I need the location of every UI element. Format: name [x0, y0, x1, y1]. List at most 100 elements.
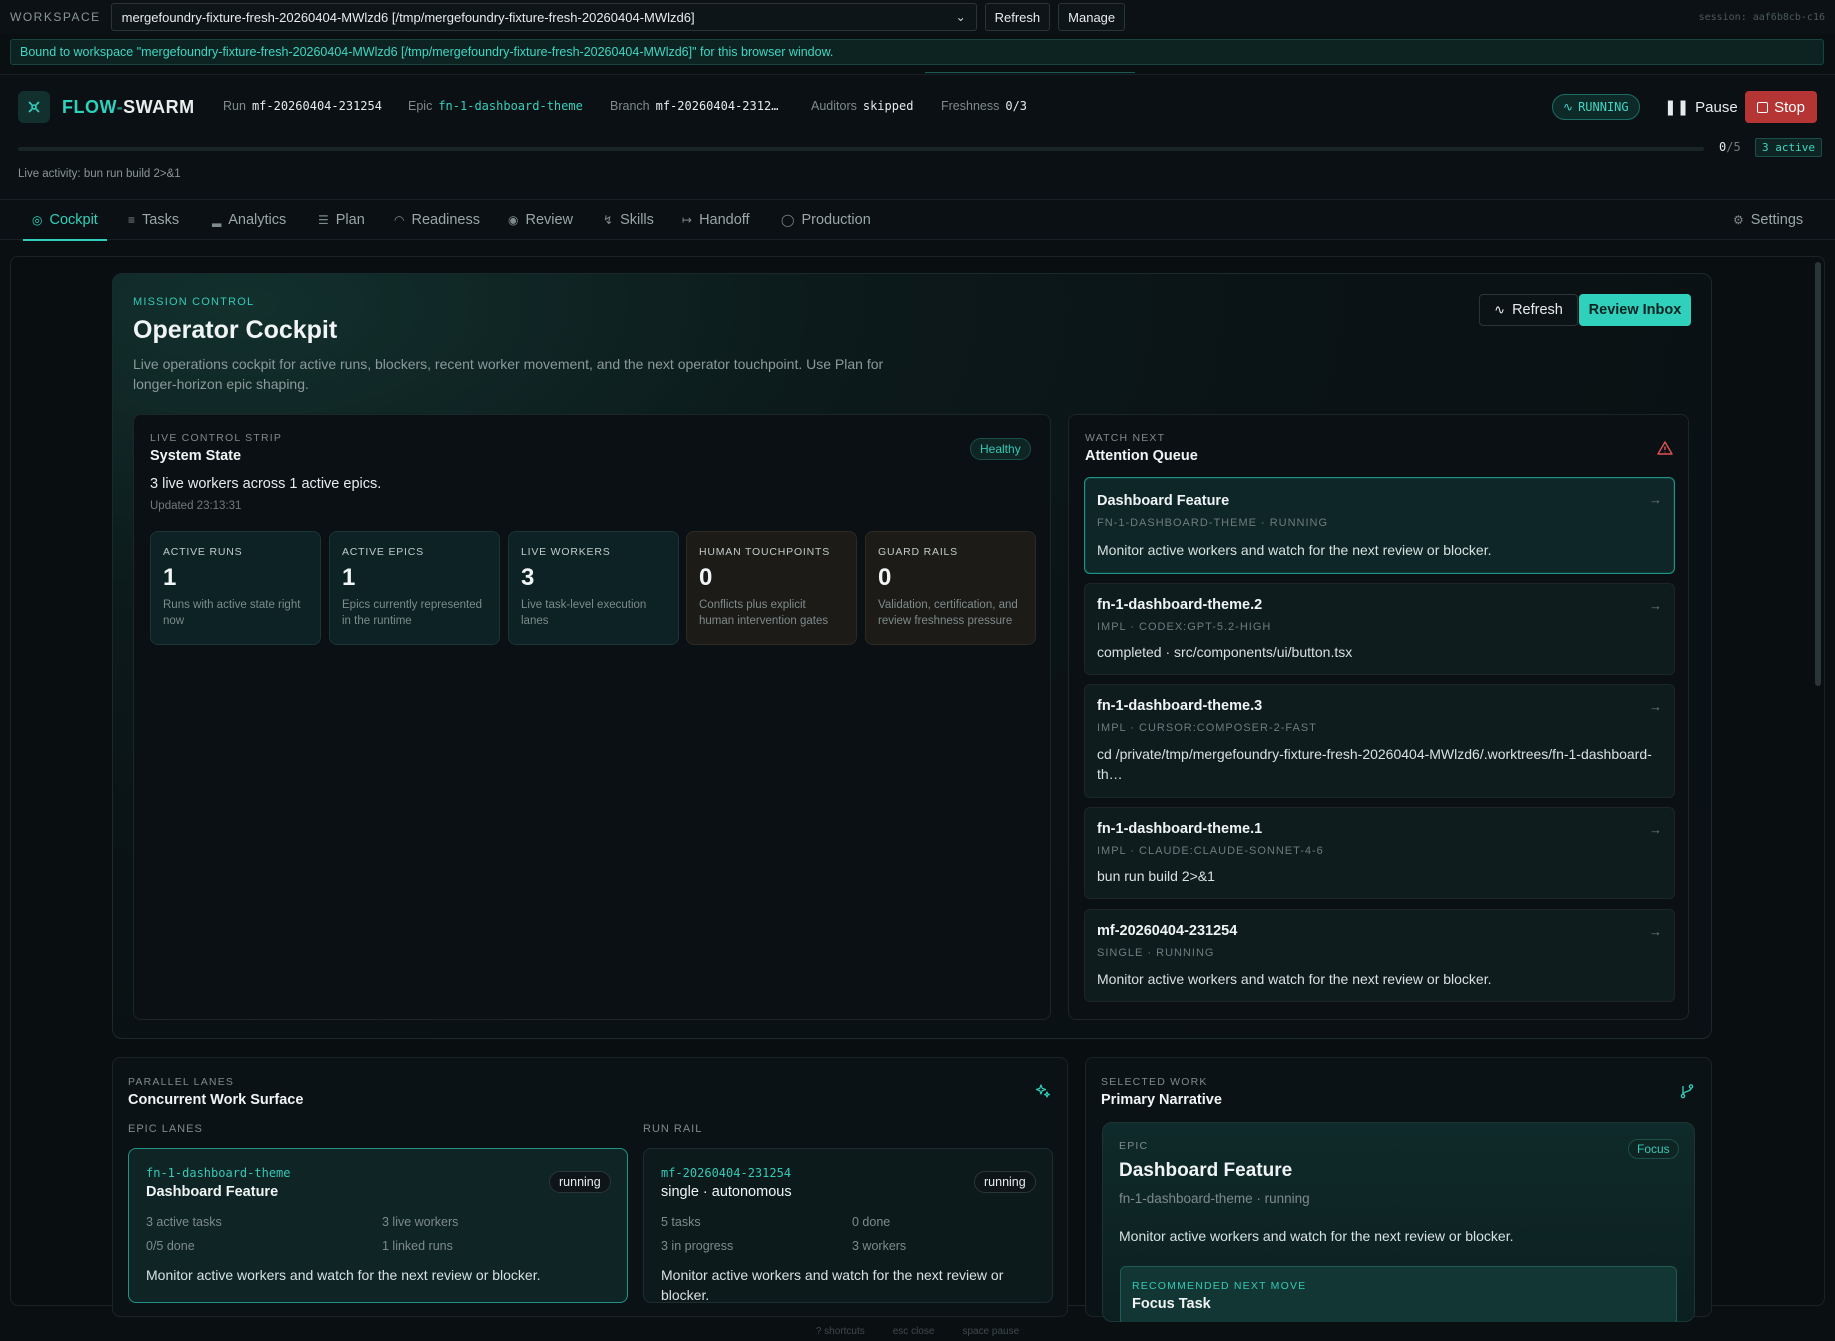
arrow-right-icon: →: [1649, 924, 1662, 939]
page-title: Operator Cockpit: [133, 316, 338, 344]
attention-item[interactable]: mf-20260404-231254 SINGLE · RUNNING Moni…: [1084, 909, 1675, 1002]
shortcut-footer: ? shortcuts esc close space pause: [0, 1322, 1835, 1341]
system-state-panel: [133, 414, 1051, 1020]
branch-name: mf-20260404-2312…: [655, 99, 779, 113]
brand-name: FLOW-SWARM: [62, 97, 195, 117]
epic-meta: Epic fn-1-dashboard-theme: [408, 99, 583, 113]
run-status-badge: ∿ RUNNING: [1552, 94, 1640, 120]
work-kind: EPIC: [1119, 1140, 1149, 1152]
run-progress-bar: [18, 147, 1704, 151]
swarm-logo-icon: [18, 91, 50, 123]
git-branch-icon: [1680, 1084, 1694, 1099]
epic-id: fn-1-dashboard-theme: [438, 99, 583, 113]
session-id: session: aaf6b8cb-c16: [1698, 11, 1825, 23]
run-id: mf-20260404-231254: [251, 99, 382, 113]
tab-skills[interactable]: ↯ Skills: [603, 200, 654, 240]
run-lane-name: single · autonomous: [661, 1184, 792, 1200]
attention-item[interactable]: Dashboard Feature FN-1-DASHBOARD-THEME ·…: [1084, 477, 1675, 574]
arrow-right-icon: →: [1649, 598, 1662, 613]
shield-icon: ◯: [781, 213, 795, 227]
attention-item[interactable]: fn-1-dashboard-theme.1 IMPL · CLAUDE:CLA…: [1084, 807, 1675, 899]
updated-time: Updated 23:13:31: [150, 500, 242, 512]
arrow-right-icon: →: [1649, 492, 1662, 507]
stat-guard-rails: GUARD RAILS 0 Validation, certification, a…: [865, 531, 1036, 645]
workspace-bar: WORKSPACE mergefoundry-fixture-fresh-202…: [0, 0, 1835, 34]
status-badge: running: [974, 1171, 1036, 1193]
run-lane-card[interactable]: mf-20260404-231254 single · autonomous r…: [643, 1148, 1053, 1303]
target-icon: ◎: [32, 213, 43, 227]
lines-icon: ☰: [318, 213, 329, 227]
stop-icon: [1757, 101, 1769, 113]
active-workers-badge: 3 active: [1755, 138, 1822, 157]
workspace-select-value: mergefoundry-fixture-fresh-20260404-MWlz…: [121, 9, 695, 25]
work-sub: fn-1-dashboard-theme · running: [1119, 1191, 1310, 1206]
workspace-label: WORKSPACE: [10, 10, 101, 24]
epic-lane-id: fn-1-dashboard-theme: [146, 1166, 291, 1180]
run-lane-id: mf-20260404-231254: [661, 1166, 792, 1180]
attention-item[interactable]: fn-1-dashboard-theme.2 IMPL · CODEX:GPT-…: [1084, 583, 1675, 675]
tab-production[interactable]: ◯ Production: [781, 200, 871, 240]
run-rail-label: RUN RAIL: [643, 1123, 703, 1135]
gear-icon: ⚙: [1733, 213, 1744, 227]
workspace-refresh-button[interactable]: Refresh: [984, 3, 1051, 31]
pause-button[interactable]: ❚❚ Pause: [1656, 92, 1746, 122]
workspace-select[interactable]: mergefoundry-fixture-fresh-20260404-MWlz…: [110, 3, 977, 31]
auditors-meta: Auditors skipped: [811, 99, 914, 113]
main-tabs: ◎ Cockpit ≡ Tasks ▂ Analytics ☰ Plan ◠ Readin…: [0, 199, 1835, 241]
workspace-bound-banner: Bound to workspace "mergefoundry-fixture…: [10, 39, 1824, 65]
cockpit-refresh-button[interactable]: ∿ Refresh: [1479, 294, 1578, 326]
stat-human-touchpoints: HUMAN TOUCHPOINTS 0 Conflicts plus explici…: [686, 531, 857, 645]
arrow-right-icon: →: [1649, 822, 1662, 837]
attention-item[interactable]: fn-1-dashboard-theme.3 IMPL · CURSOR:COM…: [1084, 684, 1675, 798]
workspace-bound-message: Bound to workspace "mergefoundry-fixture…: [20, 45, 834, 59]
arrow-right-icon: →: [1649, 699, 1662, 714]
bolt-icon: ↯: [603, 213, 614, 227]
run-header: FLOW-SWARM Run mf-20260404-231254 Epic fn-…: [0, 74, 1835, 212]
auditors-value: skipped: [862, 99, 914, 113]
banner-divider: [925, 72, 1135, 73]
stop-button[interactable]: Stop: [1745, 91, 1817, 123]
gauge-icon: ◠: [394, 213, 405, 227]
workspace-manage-button[interactable]: Manage: [1058, 3, 1126, 31]
tab-readiness[interactable]: ◠ Readiness: [394, 200, 480, 240]
eye-icon: ◉: [508, 213, 519, 227]
attention-eyebrow: WATCH NEXT: [1085, 432, 1166, 444]
selected-work-title: Primary Narrative: [1101, 1092, 1222, 1108]
stat-live-workers: LIVE WORKERS 3 Live task-level execution l…: [508, 531, 679, 645]
tab-settings[interactable]: ⚙ Settings: [1733, 200, 1803, 240]
epic-lane-card[interactable]: fn-1-dashboard-theme Dashboard Feature r…: [128, 1148, 628, 1303]
parallel-title: Concurrent Work Surface: [128, 1092, 304, 1108]
activity-icon: ∿: [1494, 302, 1506, 317]
live-activity: Live activity: bun run build 2>&1: [18, 168, 181, 180]
tab-plan[interactable]: ☰ Plan: [318, 200, 365, 240]
handoff-icon: ↦: [682, 213, 693, 227]
selected-work-eyebrow: SELECTED WORK: [1101, 1076, 1208, 1088]
warning-icon: [1657, 441, 1673, 455]
stat-active-runs: ACTIVE RUNS 1 Runs with active state right…: [150, 531, 321, 645]
attention-title: Attention Queue: [1085, 448, 1198, 464]
system-state-eyebrow: LIVE CONTROL STRIP: [150, 432, 283, 444]
work-description: Monitor active workers and watch for the…: [1119, 1228, 1514, 1244]
progress-count: 0/5: [1719, 140, 1741, 154]
tab-review[interactable]: ◉ Review: [508, 200, 573, 240]
parallel-eyebrow: PARALLEL LANES: [128, 1076, 235, 1088]
mission-control-eyebrow: MISSION CONTROL: [133, 296, 255, 308]
run-meta: Run mf-20260404-231254: [223, 99, 382, 113]
pause-icon: ❚❚: [1664, 99, 1690, 116]
system-summary: 3 live workers across 1 active epics.: [150, 476, 382, 492]
branch-meta: Branch mf-20260404-2312…: [610, 99, 779, 113]
tab-cockpit[interactable]: ◎ Cockpit: [23, 200, 107, 241]
epic-lane-name: Dashboard Feature: [146, 1184, 279, 1200]
tab-analytics[interactable]: ▂ Analytics: [212, 200, 286, 240]
freshness-meta: Freshness 0/3: [941, 99, 1028, 113]
review-inbox-button[interactable]: Review Inbox: [1579, 294, 1691, 326]
tab-handoff[interactable]: ↦ Handoff: [682, 200, 750, 240]
tab-tasks[interactable]: ≡ Tasks: [128, 200, 179, 240]
activity-icon: ∿: [1563, 100, 1574, 114]
sparkle-icon: [1035, 1084, 1051, 1098]
freshness-value: 0/3: [1005, 99, 1028, 113]
health-badge: Healthy: [970, 438, 1031, 460]
rec-label: RECOMMENDED NEXT MOVE: [1132, 1280, 1307, 1292]
epic-lanes-label: EPIC LANES: [128, 1123, 203, 1135]
scrollbar[interactable]: [1815, 262, 1821, 686]
